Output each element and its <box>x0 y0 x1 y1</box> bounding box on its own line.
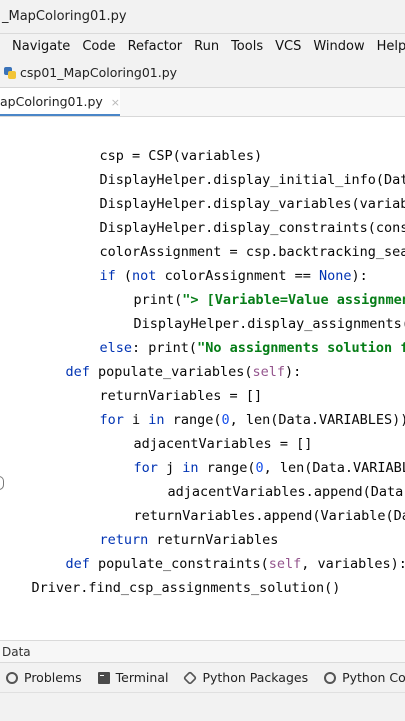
python-file-icon <box>4 66 16 79</box>
code-line: csp = CSP(variables) <box>99 148 263 164</box>
code-line: returnVariables = [] <box>99 388 263 404</box>
status-bar <box>0 692 405 721</box>
code-line: Driver.find_csp_assignments_solution() <box>31 580 341 596</box>
problems-icon <box>6 671 18 684</box>
breadcrumb-file[interactable]: csp01_MapColoring01.py <box>20 65 177 80</box>
code-line: return returnVariables <box>99 532 279 548</box>
breadcrumb: csp01_MapColoring01.py <box>0 58 405 88</box>
code-line: for j in range(0, len(Data.VARIABLE <box>133 460 405 476</box>
editor-tab-label: apColoring01.py <box>0 94 103 109</box>
editor-tab-bar: apColoring01.py × <box>0 88 405 117</box>
menu-tools[interactable]: Tools <box>225 39 269 54</box>
terminal-icon <box>97 671 110 684</box>
code-line: for i in range(0, len(Data.VARIABLES)): <box>99 412 405 428</box>
packages-icon <box>183 670 198 685</box>
menu-refactor[interactable]: Refactor <box>122 39 189 54</box>
code-line: adjacentVariables.append(Data.V <box>167 484 405 500</box>
terminal-tab[interactable]: Terminal <box>97 670 168 685</box>
close-icon[interactable]: × <box>111 96 120 109</box>
menu-window[interactable]: Window <box>307 39 370 54</box>
code-line: else: print("No assignments solution fo <box>99 340 405 356</box>
menu-bar: Navigate Code Refactor Run Tools VCS Win… <box>0 34 405 58</box>
problems-tab[interactable]: Problems <box>6 670 82 685</box>
tool-window-bar: Problems Terminal Python Packages Python… <box>0 662 405 692</box>
menu-code[interactable]: Code <box>76 39 121 54</box>
python-packages-tab[interactable]: Python Packages <box>183 670 308 685</box>
code-line: colorAssignment = csp.backtracking_sear <box>99 244 405 260</box>
menu-navigate[interactable]: Navigate <box>0 39 76 54</box>
code-line: print("> [Variable=Value assignment <box>133 292 405 308</box>
code-line: DisplayHelper.display_assignments(c <box>133 316 405 332</box>
code-line: adjacentVariables = [] <box>133 436 313 452</box>
code-editor[interactable]: csp = CSP(variables) DisplayHelper.displ… <box>0 118 405 640</box>
code-line: DisplayHelper.display_initial_info(Data <box>99 172 405 188</box>
code-line: DisplayHelper.display_constraints(const <box>99 220 405 236</box>
structure-label: Data <box>0 640 405 662</box>
code-line: def populate_variables(self): <box>65 364 302 380</box>
code-line: DisplayHelper.display_variables(variabl <box>99 196 405 212</box>
code-line: def populate_constraints(self, variables… <box>65 556 405 572</box>
window-title: _MapColoring01.py <box>2 9 127 24</box>
python-console-tab[interactable]: Python Con <box>324 670 405 685</box>
window-title-bar: _MapColoring01.py <box>0 0 405 34</box>
code-line: returnVariables.append(Variable(Dat <box>133 508 405 524</box>
code-line: if (not colorAssignment == None): <box>99 268 368 284</box>
menu-run[interactable]: Run <box>188 39 225 54</box>
menu-vcs[interactable]: VCS <box>269 39 307 54</box>
fold-marker-icon[interactable] <box>0 476 4 490</box>
menu-help[interactable]: Help <box>371 39 405 54</box>
python-console-icon <box>324 671 337 684</box>
editor-tab-active[interactable]: apColoring01.py × <box>0 88 120 116</box>
